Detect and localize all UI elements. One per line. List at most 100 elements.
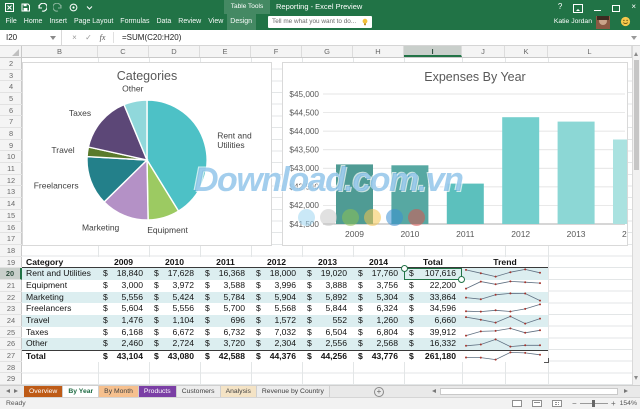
row-header-25[interactable]: 25	[0, 327, 22, 339]
cell-trend[interactable]	[462, 315, 548, 327]
cell-2010[interactable]: $5,424	[149, 292, 200, 304]
ribbon-tab-view[interactable]: View	[205, 14, 227, 30]
cell-2014[interactable]: $17,760	[353, 268, 404, 280]
cell-2014[interactable]: $2,568	[353, 338, 404, 350]
row-header-15[interactable]: 15	[0, 210, 22, 222]
save-icon[interactable]	[20, 2, 31, 13]
hscroll-left-icon[interactable]	[430, 389, 436, 393]
cell-2010[interactable]: $43,080	[149, 351, 200, 363]
column-header-L[interactable]: L	[548, 46, 632, 57]
cell-2009[interactable]: $5,604	[98, 303, 149, 315]
row-header-14[interactable]: 14	[0, 198, 22, 210]
column-header-F[interactable]: F	[251, 46, 302, 57]
zoom-percentage[interactable]: 154%	[620, 398, 637, 409]
ribbon-tab-insert[interactable]: Insert	[46, 14, 71, 30]
feedback-smiley-icon[interactable]	[620, 16, 632, 28]
cell-2009[interactable]: $43,104	[98, 351, 149, 363]
undo-icon[interactable]	[36, 2, 47, 13]
cell-2014[interactable]: $6,324	[353, 303, 404, 315]
help-button[interactable]: ?	[558, 0, 562, 14]
zoom-slider-thumb[interactable]	[592, 400, 595, 407]
cell-2011[interactable]: $696	[200, 315, 251, 327]
cell-category[interactable]: Freelancers	[22, 303, 98, 315]
row-header-9[interactable]: 9	[0, 140, 22, 152]
cell-2012[interactable]: $5,568	[251, 303, 302, 315]
header-2014[interactable]: 2014	[353, 257, 404, 269]
sheet-tab-products[interactable]: Products	[138, 386, 177, 397]
header-2013[interactable]: 2013	[302, 257, 353, 269]
expand-formula-bar-icon[interactable]	[631, 36, 637, 43]
zoom-out-button[interactable]: −	[572, 398, 577, 409]
cell-category[interactable]: Total	[22, 351, 98, 363]
ribbon-tab-review[interactable]: Review	[175, 14, 205, 30]
cell-2009[interactable]: $18,840	[98, 268, 149, 280]
header-category[interactable]: Category	[22, 257, 98, 269]
column-header-J[interactable]: J	[462, 46, 505, 57]
bar-2014[interactable]	[613, 139, 627, 225]
sheet-tab-analysis[interactable]: Analysis	[220, 386, 257, 397]
column-header-D[interactable]: D	[149, 46, 200, 57]
excel-logo-icon[interactable]	[4, 2, 15, 13]
select-all-corner[interactable]	[0, 46, 22, 57]
user-avatar[interactable]	[596, 15, 610, 29]
header-2012[interactable]: 2012	[251, 257, 302, 269]
cell-category[interactable]: Equipment	[22, 280, 98, 292]
row-header-4[interactable]: 4	[0, 81, 22, 94]
touch-mode-icon[interactable]	[68, 2, 79, 13]
row-header-2[interactable]: 2	[0, 58, 22, 70]
cell-trend[interactable]	[462, 268, 548, 280]
cell-2013[interactable]: $44,256	[302, 351, 353, 363]
cell-category[interactable]: Other	[22, 338, 98, 350]
cell-trend[interactable]	[462, 338, 548, 350]
cell-2009[interactable]: $2,460	[98, 338, 149, 350]
vertical-scrollbar[interactable]	[632, 46, 640, 385]
tell-me-search-box[interactable]: Tell me what you want to do...	[268, 16, 372, 28]
row-header-27[interactable]: 27	[0, 350, 22, 362]
cell-total[interactable]: $39,912	[404, 327, 462, 339]
row-header-20[interactable]: 20	[0, 268, 22, 280]
customize-toolbar-icon[interactable]	[84, 2, 95, 13]
cell-trend[interactable]	[462, 280, 548, 292]
cell-2009[interactable]: $1,476	[98, 315, 149, 327]
ribbon-tab-file[interactable]: File	[2, 14, 20, 30]
cell-2010[interactable]: $1,104	[149, 315, 200, 327]
cell-total[interactable]: $33,864	[404, 292, 462, 304]
row-header-7[interactable]: 7	[0, 116, 22, 129]
cell-2010[interactable]: $3,972	[149, 280, 200, 292]
row-header-16[interactable]: 16	[0, 222, 22, 234]
normal-view-button[interactable]	[512, 400, 522, 407]
cell-total[interactable]: $6,660	[404, 315, 462, 327]
cell-category[interactable]: Travel	[22, 315, 98, 327]
cell-total[interactable]: $261,180	[404, 351, 462, 363]
table-resize-handle[interactable]	[544, 357, 549, 363]
column-header-H[interactable]: H	[353, 46, 404, 57]
cell-2011[interactable]: $3,588	[200, 280, 251, 292]
cell-2009[interactable]: $3,000	[98, 280, 149, 292]
cell-trend[interactable]	[462, 292, 548, 304]
ribbon-display-options-button[interactable]	[573, 3, 584, 13]
user-name[interactable]: Katie Jordan	[554, 14, 592, 30]
sheet-tab-customers[interactable]: Customers	[176, 386, 221, 397]
cell-total[interactable]: $34,596	[404, 303, 462, 315]
header-total[interactable]: Total	[404, 257, 462, 269]
cell-2013[interactable]: $6,504	[302, 327, 353, 339]
sheet-tab-overview[interactable]: Overview	[24, 386, 64, 397]
column-header-K[interactable]: K	[505, 46, 548, 57]
cell-2013[interactable]: $5,892	[302, 292, 353, 304]
redo-icon[interactable]	[52, 2, 63, 13]
column-header-I[interactable]: I	[404, 46, 462, 57]
sheet-grid[interactable]: 2 3 4 5 6 7 8 9 10 11 12 13 14 15 16 17 18 19 20 21 22 23 24 25…	[0, 58, 632, 385]
formula-text[interactable]: =SUM(C20:H20)	[122, 30, 181, 45]
ribbon-tab-design[interactable]: Design	[226, 14, 256, 30]
header-2009[interactable]: 2009	[98, 257, 149, 269]
header-2010[interactable]: 2010	[149, 257, 200, 269]
sheet-tab-by-year[interactable]: By Year	[63, 386, 100, 397]
cell-2014[interactable]: $6,804	[353, 327, 404, 339]
cell-trend[interactable]	[462, 327, 548, 339]
cell-2013[interactable]: $19,020	[302, 268, 353, 280]
cell-2014[interactable]: $5,304	[353, 292, 404, 304]
hscroll-right-icon[interactable]	[624, 389, 630, 393]
row-header-17[interactable]: 17	[0, 233, 22, 245]
cell-2010[interactable]: $5,556	[149, 303, 200, 315]
cell-category[interactable]: Rent and Utilities	[22, 268, 98, 280]
